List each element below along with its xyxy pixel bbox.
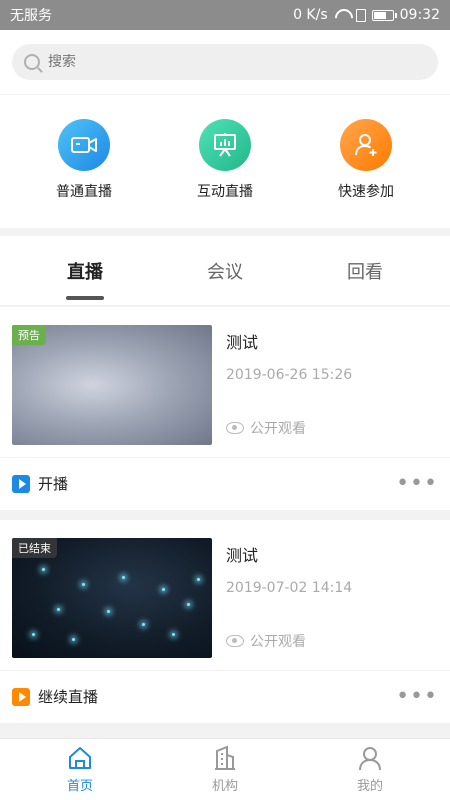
- camera-icon: [58, 119, 110, 171]
- visibility-row: 公开观看: [226, 631, 306, 651]
- live-thumbnail: 预告: [12, 325, 212, 445]
- clock: 09:32: [399, 7, 440, 23]
- status-bar: 无服务 0 K/s 09:32: [0, 0, 450, 30]
- tab-live[interactable]: 直播: [45, 258, 125, 300]
- add-user-icon: [340, 119, 392, 171]
- more-options-icon[interactable]: •••: [396, 472, 438, 494]
- tab-label: 直播: [67, 262, 103, 283]
- eye-icon: [226, 635, 244, 647]
- tab-meeting[interactable]: 会议: [185, 258, 265, 284]
- nav-profile[interactable]: 我的: [310, 745, 430, 794]
- quick-action-label: 快速参加: [338, 184, 394, 200]
- nav-label: 我的: [356, 779, 383, 794]
- live-card[interactable]: 已结束 测试 2019-07-02 14:14 公开观看 继续直播 •••: [0, 520, 450, 723]
- search-input[interactable]: [48, 54, 348, 70]
- live-title: 测试: [226, 333, 259, 352]
- battery-icon: [371, 9, 397, 21]
- nav-home[interactable]: 首页: [20, 745, 140, 794]
- quick-actions: 普通直播 互动直播 快速参加: [0, 94, 450, 228]
- eye-icon: [226, 422, 244, 434]
- bottom-nav: 首页 机构 我的: [0, 738, 450, 800]
- presentation-icon: [199, 119, 251, 171]
- status-badge: 预告: [12, 325, 46, 345]
- card-footer: 开播 •••: [0, 457, 450, 509]
- live-date: 2019-06-26 15:26: [226, 367, 353, 383]
- live-date: 2019-07-02 14:14: [226, 580, 353, 596]
- search-bar[interactable]: [12, 44, 438, 80]
- carrier-text: 无服务: [10, 8, 52, 24]
- sim-icon: [355, 8, 366, 22]
- network-speed: 0 K/s: [293, 7, 328, 23]
- search-icon: [24, 54, 40, 70]
- quick-action-label: 互动直播: [197, 184, 253, 200]
- more-options-icon[interactable]: •••: [396, 685, 438, 707]
- quick-action-interactive-live[interactable]: 互动直播: [165, 119, 285, 201]
- nav-organization[interactable]: 机构: [165, 745, 285, 794]
- quick-action-quick-join[interactable]: 快速参加: [306, 119, 426, 201]
- quick-action-label: 普通直播: [56, 184, 112, 200]
- building-icon: [212, 745, 238, 771]
- visibility-label: 公开观看: [250, 421, 306, 437]
- tab-label: 回看: [347, 262, 383, 283]
- tab-bar: 直播 会议 回看: [0, 236, 450, 306]
- visibility-label: 公开观看: [250, 634, 306, 650]
- live-title: 测试: [226, 546, 259, 565]
- start-broadcast-button[interactable]: 开播: [38, 473, 396, 494]
- play-icon: [12, 687, 30, 706]
- status-badge: 已结束: [12, 538, 57, 558]
- tab-replay[interactable]: 回看: [325, 258, 405, 284]
- play-icon: [12, 474, 30, 493]
- card-footer: 继续直播 •••: [0, 670, 450, 722]
- quick-action-normal-live[interactable]: 普通直播: [24, 119, 144, 201]
- nav-label: 机构: [211, 779, 238, 794]
- live-card[interactable]: 预告 测试 2019-06-26 15:26 公开观看 开播 •••: [0, 307, 450, 510]
- continue-broadcast-button[interactable]: 继续直播: [38, 686, 396, 707]
- nav-label: 首页: [66, 779, 93, 794]
- status-right: 0 K/s 09:32: [293, 7, 440, 23]
- wifi-icon: [334, 9, 350, 21]
- home-icon: [67, 745, 93, 771]
- tab-label: 会议: [207, 262, 243, 283]
- tab-indicator: [66, 296, 104, 300]
- visibility-row: 公开观看: [226, 418, 306, 438]
- live-thumbnail: 已结束: [12, 538, 212, 658]
- search-section: [0, 30, 450, 94]
- profile-icon: [357, 745, 383, 771]
